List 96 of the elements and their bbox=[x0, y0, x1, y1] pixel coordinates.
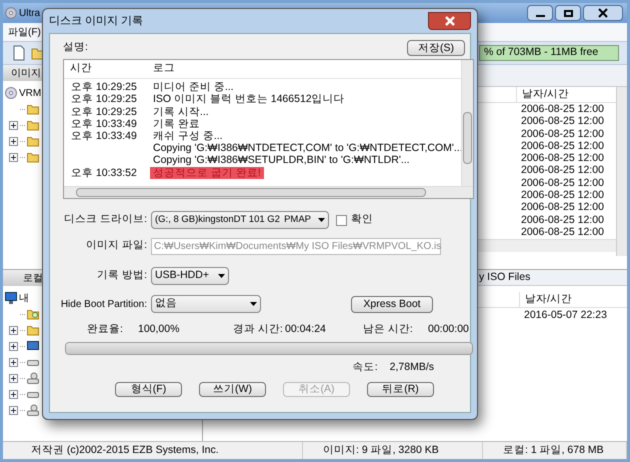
field-label: 이미지 파일: bbox=[85, 238, 147, 254]
log-message: 성공적으로 굽기 완료! bbox=[150, 167, 264, 180]
table-cell-text: 2006-08-25 12:00 bbox=[521, 176, 605, 190]
dialog-button[interactable]: 뒤로(R) bbox=[367, 382, 434, 397]
save-button[interactable]: 저장(S) bbox=[407, 40, 465, 56]
log-time: 오후 10:29:25 bbox=[70, 92, 138, 107]
monitor-icon bbox=[27, 340, 39, 352]
tree-item[interactable]: VRM bbox=[19, 86, 42, 100]
expand-toggle[interactable] bbox=[9, 326, 18, 334]
dialog-button[interactable]: 쓰기(W) bbox=[199, 382, 266, 397]
table-cell-text: 2006-08-25 12:00 bbox=[521, 189, 605, 202]
checkbox-label: 확인 bbox=[351, 212, 373, 228]
close-icon bbox=[598, 8, 608, 18]
field-label: Hide Boot Partition: bbox=[60, 298, 147, 312]
expand-toggle[interactable] bbox=[9, 406, 18, 414]
column-header[interactable]: 시간 bbox=[64, 61, 147, 77]
log-message: 캐쉬 구성 중... bbox=[152, 129, 223, 143]
log-time: 오후 10:33:49 bbox=[70, 128, 138, 144]
expand-toggle[interactable] bbox=[9, 152, 18, 162]
horizontal-scrollbar[interactable] bbox=[64, 186, 473, 198]
computer-icon bbox=[5, 292, 17, 304]
table-cell-text: 2006-08-25 12:00 bbox=[521, 140, 605, 152]
status-text: 로컬: 1 파일, 678 MB bbox=[503, 442, 604, 458]
drive-dropdown[interactable]: (G:, 8 GB)kingstonDT 101 G2 PMAP bbox=[151, 211, 329, 229]
log-time: 오후 10:29:25 bbox=[70, 80, 138, 94]
folder-icon bbox=[27, 103, 39, 115]
caret-icon bbox=[318, 218, 325, 222]
log-message: Copying 'G:₩I386₩SETUPLDR,BIN' to 'G:₩NTLDR'... bbox=[152, 154, 410, 168]
checkbox[interactable] bbox=[336, 214, 347, 226]
status-text: 이미지: 9 파일, 3280 KB bbox=[323, 442, 439, 458]
write-method-dropdown[interactable]: USB-HDD+ bbox=[151, 267, 229, 285]
stat-value: 00:04:24 bbox=[285, 322, 327, 338]
caret-icon bbox=[250, 302, 257, 306]
speed-value: 2,78MB/s bbox=[390, 360, 434, 376]
expand-toggle[interactable] bbox=[9, 358, 18, 366]
table-cell-text: 2006-08-25 12:00 bbox=[521, 103, 605, 116]
disc-icon bbox=[5, 7, 17, 19]
expand-toggle[interactable] bbox=[9, 374, 18, 382]
hide-boot-dropdown[interactable]: 없음 bbox=[151, 295, 261, 313]
folder-icon bbox=[27, 119, 39, 131]
stat-label: 남은 시간: bbox=[363, 322, 414, 338]
capacity-bar: % of 703MB - 11MB free bbox=[479, 45, 619, 61]
folder-icon bbox=[27, 151, 39, 163]
xpress-boot-button[interactable]: Xpress Boot bbox=[351, 296, 433, 312]
log-time: 오후 10:33:49 bbox=[70, 116, 138, 131]
minimize-button[interactable] bbox=[527, 5, 553, 21]
field-label: 기록 방법: bbox=[96, 268, 147, 284]
dialog-title: 디스크 이미지 기록 bbox=[49, 14, 144, 29]
table-cell-text: 2006-08-25 12:00 bbox=[521, 226, 605, 238]
close-icon bbox=[444, 16, 454, 26]
stat-label: 경과 시간: bbox=[233, 322, 284, 338]
log-message: ISO 이미지 블럭 번호는 1466512입니다 bbox=[152, 92, 345, 107]
stat-value: 100,00% bbox=[138, 322, 180, 338]
folder-icon bbox=[27, 135, 39, 147]
expand-toggle[interactable] bbox=[9, 120, 18, 130]
table-cell-text: 2006-08-25 12:00 bbox=[521, 201, 605, 214]
column-header[interactable]: 날자/시간 bbox=[519, 292, 619, 307]
log-message: 기록 완료 bbox=[152, 117, 200, 131]
speed-label: 속도: bbox=[352, 360, 378, 376]
status-text: 저작권 (c)2002-2015 EZB Systems, Inc. bbox=[31, 442, 219, 458]
menu-item[interactable]: 파일(F) bbox=[8, 24, 41, 40]
table-cell-text: 2006-08-25 12:00 bbox=[521, 152, 605, 164]
table-cell-text: 2006-08-25 12:00 bbox=[521, 128, 605, 140]
description-label: 설명: bbox=[63, 40, 88, 56]
table-cell-text: 2016-05-07 22:23 bbox=[524, 308, 608, 322]
scrollbar[interactable] bbox=[616, 87, 627, 256]
panel-header: 이미지 bbox=[11, 66, 41, 80]
dialog-button[interactable]: 형식(F) bbox=[115, 382, 182, 397]
table-cell-text: 2006-08-25 12:00 bbox=[521, 115, 605, 128]
table-cell-text: 2006-08-25 12:00 bbox=[521, 164, 605, 177]
stat-value: 00:00:00 bbox=[428, 322, 470, 338]
scrollbar[interactable] bbox=[461, 60, 473, 186]
close-button[interactable] bbox=[583, 5, 623, 21]
maximize-button[interactable] bbox=[555, 5, 581, 21]
folder-icon bbox=[27, 324, 39, 336]
caret-icon bbox=[218, 274, 225, 278]
expand-toggle[interactable] bbox=[9, 390, 18, 398]
log-message: 미디어 준비 중... bbox=[152, 80, 234, 94]
minimize-icon bbox=[536, 15, 544, 17]
log-message: Copying 'G:₩I386₩NTDETECT,COM' to 'G:₩NTDETECT,COM'... bbox=[152, 141, 463, 155]
expand-toggle[interactable] bbox=[9, 342, 18, 350]
folder-icon bbox=[27, 308, 39, 320]
log-time: 오후 10:33:52 bbox=[70, 166, 138, 181]
panel-header: 로컬 bbox=[23, 272, 43, 286]
field-label: 디스크 드라이브: bbox=[63, 212, 147, 228]
log-time: 오후 10:29:25 bbox=[70, 104, 138, 119]
log-message: 기록 시작... bbox=[152, 104, 209, 119]
window-title: Ultra bbox=[19, 6, 40, 20]
table-cell-text: 2006-08-25 12:00 bbox=[521, 214, 605, 226]
maximize-icon bbox=[564, 10, 572, 16]
stat-label: 완료율: bbox=[87, 322, 124, 338]
expand-toggle[interactable] bbox=[9, 136, 18, 146]
tree-item[interactable]: 내 bbox=[19, 290, 29, 306]
new-file-icon[interactable] bbox=[11, 45, 27, 61]
close-button[interactable] bbox=[428, 12, 471, 30]
column-header[interactable]: 로그 bbox=[147, 61, 175, 77]
